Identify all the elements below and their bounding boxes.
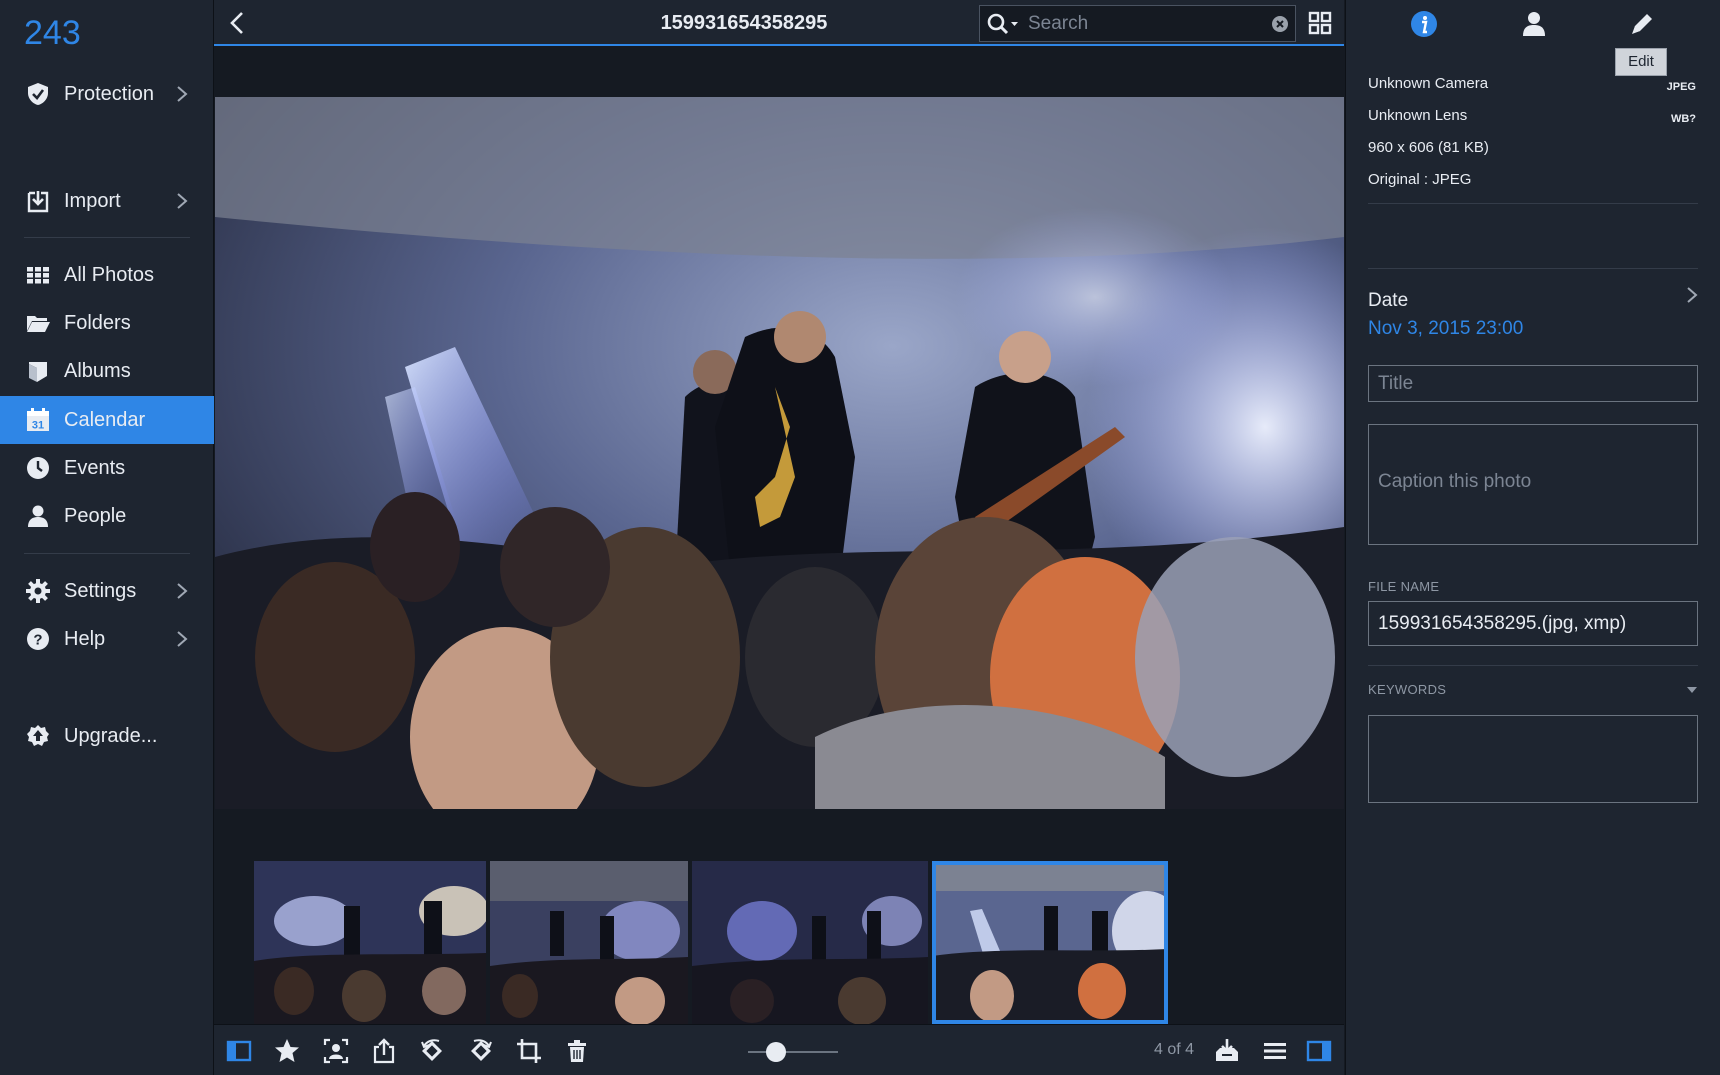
keywords-label: KEYWORDS (1368, 682, 1447, 697)
divider (1368, 665, 1698, 666)
clock-icon (27, 457, 49, 479)
chevron-right-icon (177, 193, 188, 209)
zoom-slider-handle[interactable] (766, 1042, 786, 1062)
sidebar-item-import[interactable]: Import (0, 177, 214, 225)
camera-info: Unknown Camera (1368, 75, 1489, 92)
grid-icon (27, 267, 49, 284)
sidebar-toggle-icon[interactable] (226, 1038, 252, 1064)
sidebar-item-events[interactable]: Events (0, 444, 214, 492)
share-icon[interactable] (371, 1038, 397, 1064)
calendar-day: 31 (32, 420, 44, 432)
clear-search-icon[interactable] (1271, 15, 1289, 33)
sidebar-item-label: Events (64, 457, 126, 479)
sidebar-item-label: Albums (64, 360, 131, 382)
divider (1368, 268, 1698, 269)
sidebar-item-albums[interactable]: Albums (0, 347, 214, 395)
file-name-field[interactable] (1368, 601, 1698, 646)
header: 159931654358295 (214, 0, 1344, 46)
search-icon[interactable] (986, 12, 1020, 36)
divider (1368, 203, 1698, 204)
sidebar-item-label: All Photos (64, 264, 155, 286)
trash-icon[interactable] (564, 1038, 590, 1064)
chevron-right-icon (177, 86, 188, 102)
grid-view-icon[interactable] (1308, 11, 1332, 35)
sidebar-item-people[interactable]: People (0, 492, 214, 540)
sidebar-item-label: Settings (64, 580, 137, 602)
sidebar-item-all-photos[interactable]: All Photos (0, 251, 214, 299)
rotate-left-icon[interactable] (419, 1038, 445, 1064)
star-icon[interactable] (274, 1038, 300, 1064)
sidebar-item-label: Calendar (64, 409, 146, 431)
list-menu-icon[interactable] (1262, 1038, 1288, 1064)
sidebar-item-protection[interactable]: Protection (0, 70, 214, 118)
info-panel: Edit Unknown Camera JPEG Unknown Lens WB… (1345, 0, 1720, 1075)
photo-count: 243 (24, 14, 81, 52)
person-icon[interactable] (1520, 10, 1548, 38)
lens-info: Unknown Lens (1368, 107, 1468, 124)
sidebar-item-upgrade[interactable]: Upgrade... (0, 712, 214, 760)
position-counter: 4 of 4 (1154, 1041, 1195, 1058)
thumbnail-3[interactable] (692, 861, 928, 1024)
sidebar-item-label: Upgrade... (64, 725, 158, 747)
info-icon[interactable] (1410, 10, 1438, 38)
rotate-right-icon[interactable] (468, 1038, 494, 1064)
sidebar-item-label: Folders (64, 312, 131, 334)
album-icon (29, 362, 47, 382)
sidebar-item-label: People (64, 505, 127, 527)
svg-text:?: ? (33, 632, 42, 649)
sidebar-item-label: Help (64, 628, 106, 650)
thumbnail-2[interactable] (490, 861, 688, 1024)
thumbnail-4-selected[interactable] (932, 861, 1168, 1024)
date-value[interactable]: Nov 3, 2015 23:00 (1368, 318, 1523, 340)
pencil-icon[interactable] (1628, 10, 1656, 38)
search-box[interactable] (979, 5, 1296, 42)
folder-icon (27, 316, 50, 332)
search-input[interactable] (1028, 10, 1258, 38)
page-title: 159931654358295 (660, 12, 828, 34)
keywords-field[interactable] (1368, 715, 1698, 803)
crop-icon[interactable] (516, 1038, 542, 1064)
divider (24, 237, 190, 238)
title-field[interactable] (1368, 365, 1698, 402)
caption-field[interactable] (1368, 424, 1698, 545)
import-down-icon[interactable] (1214, 1038, 1240, 1064)
dimensions-info: 960 x 606 (81 KB) (1368, 139, 1489, 156)
sidebar-item-folders[interactable]: Folders (0, 299, 214, 347)
help-icon: ? (27, 628, 49, 650)
back-icon[interactable] (222, 8, 252, 38)
file-name-label: FILE NAME (1368, 579, 1440, 594)
date-label: Date (1368, 290, 1409, 311)
sidebar-item-calendar[interactable]: 31 Calendar (0, 396, 214, 444)
thumbnail-1[interactable] (254, 861, 486, 1024)
person-icon (28, 505, 48, 527)
divider (24, 553, 190, 554)
chevron-right-icon (177, 583, 188, 599)
sidebar: 243 Protection Import All Photos Folders… (0, 0, 214, 1075)
calendar-icon: 31 (27, 408, 49, 432)
white-balance-badge: WB? (1670, 113, 1696, 125)
sidebar-item-label: Protection (64, 83, 155, 105)
edit-tooltip: Edit (1615, 48, 1667, 76)
upgrade-icon (27, 725, 49, 746)
sidebar-item-help[interactable]: ? Help (0, 615, 214, 663)
original-info: Original : JPEG (1368, 171, 1472, 188)
panel-toggle-icon[interactable] (1306, 1038, 1332, 1064)
gear-icon (26, 579, 50, 603)
chevron-right-icon (177, 631, 188, 647)
shield-icon (28, 83, 48, 105)
sidebar-item-settings[interactable]: Settings (0, 567, 214, 615)
sidebar-item-label: Import (64, 190, 121, 212)
chevron-down-icon[interactable] (1686, 686, 1698, 694)
format-badge: JPEG (1666, 81, 1696, 93)
import-icon (27, 191, 49, 213)
face-detect-icon[interactable] (323, 1038, 349, 1064)
main-photo[interactable] (215, 97, 1344, 809)
chevron-right-icon[interactable] (1686, 286, 1698, 304)
photo-viewer (214, 48, 1344, 1024)
zoom-slider-track[interactable] (748, 1051, 838, 1053)
bottom-toolbar: 4 of 4 (214, 1024, 1344, 1075)
